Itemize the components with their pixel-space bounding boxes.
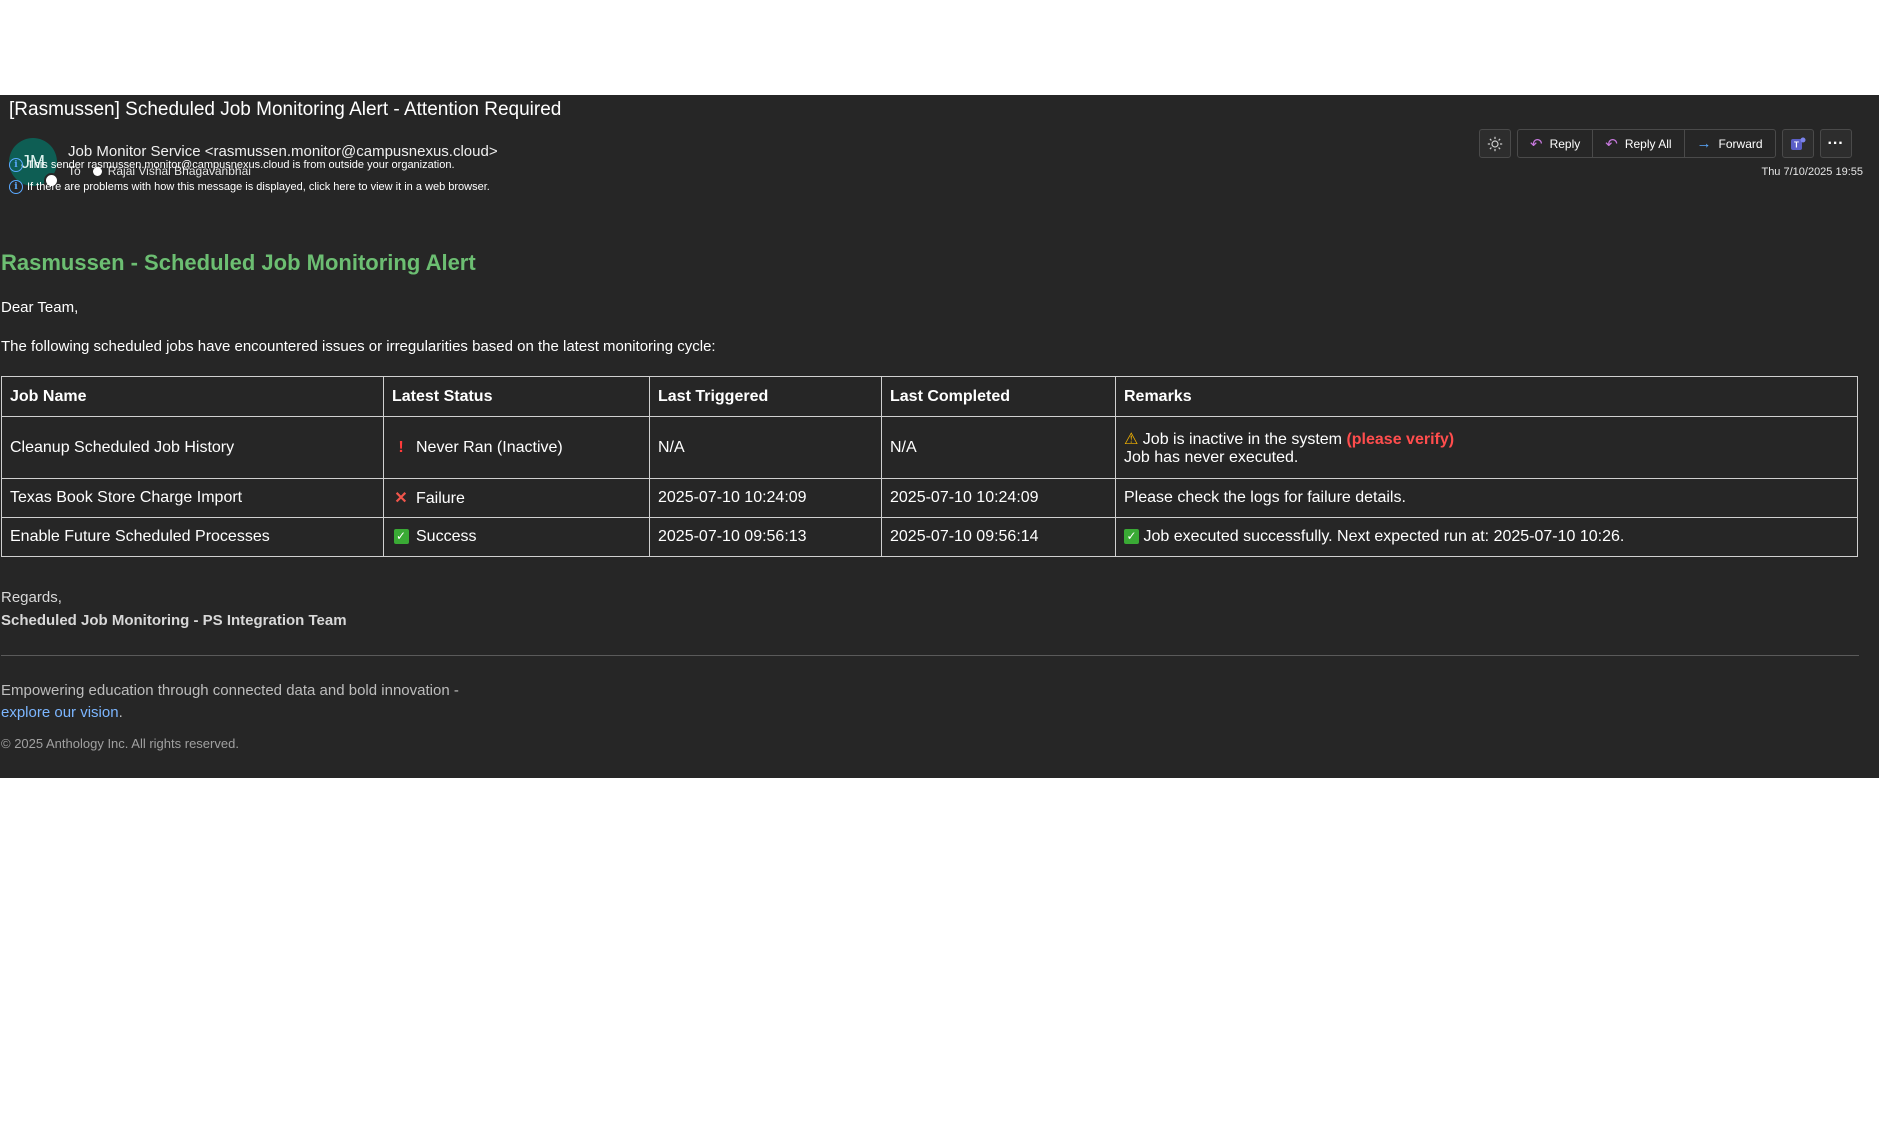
intro-text: The following scheduled jobs have encoun… bbox=[1, 338, 716, 355]
column-header-latest-status: Latest Status bbox=[383, 376, 650, 417]
completed-cell: 2025-07-10 09:56:14 bbox=[881, 517, 1116, 557]
status-cell: ✕ Failure bbox=[383, 478, 650, 518]
regards-text: Regards, bbox=[1, 589, 62, 606]
column-header-last-triggered: Last Triggered bbox=[649, 376, 882, 417]
greeting: Dear Team, bbox=[1, 299, 79, 316]
reply-all-icon: ↶ bbox=[1605, 135, 1618, 153]
link-suffix: . bbox=[118, 704, 123, 721]
alert-heading: Rasmussen - Scheduled Job Monitoring Ale… bbox=[1, 250, 476, 275]
status-cell: ✓ Success bbox=[383, 517, 650, 557]
email-reading-pane: [Rasmussen] Scheduled Job Monitoring Ale… bbox=[0, 95, 1879, 778]
explore-vision-link[interactable]: explore our vision bbox=[1, 704, 119, 721]
remarks-cell: ✓ Job executed successfully. Next expect… bbox=[1115, 517, 1858, 557]
check-icon: ✓ bbox=[393, 529, 409, 545]
completed-cell: 2025-07-10 10:24:09 bbox=[881, 478, 1116, 518]
warning-icon: ⚠ bbox=[1124, 430, 1139, 448]
table-row: Enable Future Scheduled Processes ✓ Succe… bbox=[1, 517, 1858, 557]
column-header-remarks: Remarks bbox=[1115, 376, 1858, 417]
reply-icon: ↶ bbox=[1530, 135, 1543, 153]
team-signature: Scheduled Job Monitoring - PS Integratio… bbox=[1, 612, 347, 629]
external-sender-notice: i This sender rasmussen.monitor@campusne… bbox=[9, 158, 455, 172]
reply-all-button[interactable]: ↶ Reply All bbox=[1593, 130, 1685, 157]
job-name-cell: Enable Future Scheduled Processes bbox=[1, 517, 384, 557]
info-icon: i bbox=[9, 180, 23, 194]
external-sender-text: This sender rasmussen.monitor@campusnexu… bbox=[27, 159, 455, 171]
remarks-cell: ⚠ Job is inactive in the system (please … bbox=[1115, 416, 1858, 479]
sun-icon bbox=[1487, 136, 1503, 151]
reply-label: Reply bbox=[1549, 136, 1581, 151]
brightness-toggle-button[interactable] bbox=[1479, 129, 1511, 158]
job-name-cell: Cleanup Scheduled Job History bbox=[1, 416, 384, 479]
message-actions: ↶ Reply ↶ Reply All → Forward T ··· bbox=[1479, 129, 1852, 160]
respond-button-group: ↶ Reply ↶ Reply All → Forward bbox=[1517, 129, 1776, 158]
column-header-last-completed: Last Completed bbox=[881, 376, 1116, 417]
status-text: Success bbox=[416, 528, 477, 545]
footer-tagline: Empowering education through connected d… bbox=[1, 682, 459, 699]
status-cell: ! Never Ran (Inactive) bbox=[383, 416, 650, 479]
exclamation-icon: ! bbox=[398, 438, 404, 456]
web-browser-notice[interactable]: i If there are problems with how this me… bbox=[9, 180, 490, 194]
remark-emphasis: (please verify) bbox=[1346, 430, 1455, 448]
reply-all-label: Reply All bbox=[1624, 136, 1672, 151]
remarks-cell: Please check the logs for failure detail… bbox=[1115, 478, 1858, 518]
triggered-cell: 2025-07-10 09:56:13 bbox=[649, 517, 882, 557]
remark-text: Job is inactive in the system bbox=[1142, 430, 1342, 448]
more-actions-button[interactable]: ··· bbox=[1819, 129, 1852, 158]
cross-icon: ✕ bbox=[394, 490, 408, 507]
job-status-table: Job Name Latest Status Last Triggered La… bbox=[1, 376, 1858, 557]
teams-icon: T bbox=[1790, 137, 1806, 150]
status-text: Failure bbox=[416, 490, 465, 507]
table-row: Texas Book Store Charge Import ✕ Failure … bbox=[1, 478, 1858, 518]
forward-button[interactable]: → Forward bbox=[1685, 130, 1775, 157]
remark-line-2: Job has never executed. bbox=[1124, 448, 1299, 466]
more-icon: ··· bbox=[1827, 134, 1844, 152]
forward-icon: → bbox=[1696, 135, 1712, 152]
footer-link-line: explore our vision. bbox=[1, 704, 123, 721]
svg-text:T: T bbox=[1794, 140, 1799, 149]
table-header-row: Job Name Latest Status Last Triggered La… bbox=[1, 376, 1858, 417]
column-header-job-name: Job Name bbox=[1, 376, 384, 417]
copyright-text: © 2025 Anthology Inc. All rights reserve… bbox=[1, 736, 239, 751]
received-date: Thu 7/10/2025 19:55 bbox=[1761, 166, 1863, 178]
triggered-cell: N/A bbox=[649, 416, 882, 479]
triggered-cell: 2025-07-10 10:24:09 bbox=[649, 478, 882, 518]
divider bbox=[1, 655, 1859, 656]
email-subject: [Rasmussen] Scheduled Job Monitoring Ale… bbox=[9, 99, 562, 120]
check-icon: ✓ bbox=[1124, 529, 1139, 545]
info-icon: i bbox=[9, 158, 23, 172]
web-browser-text[interactable]: If there are problems with how this mess… bbox=[27, 181, 490, 193]
table-row: Cleanup Scheduled Job History ! Never Ran… bbox=[1, 416, 1858, 479]
job-name-cell: Texas Book Store Charge Import bbox=[1, 478, 384, 518]
forward-label: Forward bbox=[1718, 136, 1763, 151]
status-text: Never Ran (Inactive) bbox=[416, 438, 563, 456]
reply-button[interactable]: ↶ Reply bbox=[1518, 130, 1594, 157]
remark-text: Job executed successfully. Next expected… bbox=[1143, 528, 1625, 545]
completed-cell: N/A bbox=[881, 416, 1116, 479]
teams-button[interactable]: T bbox=[1781, 129, 1814, 158]
